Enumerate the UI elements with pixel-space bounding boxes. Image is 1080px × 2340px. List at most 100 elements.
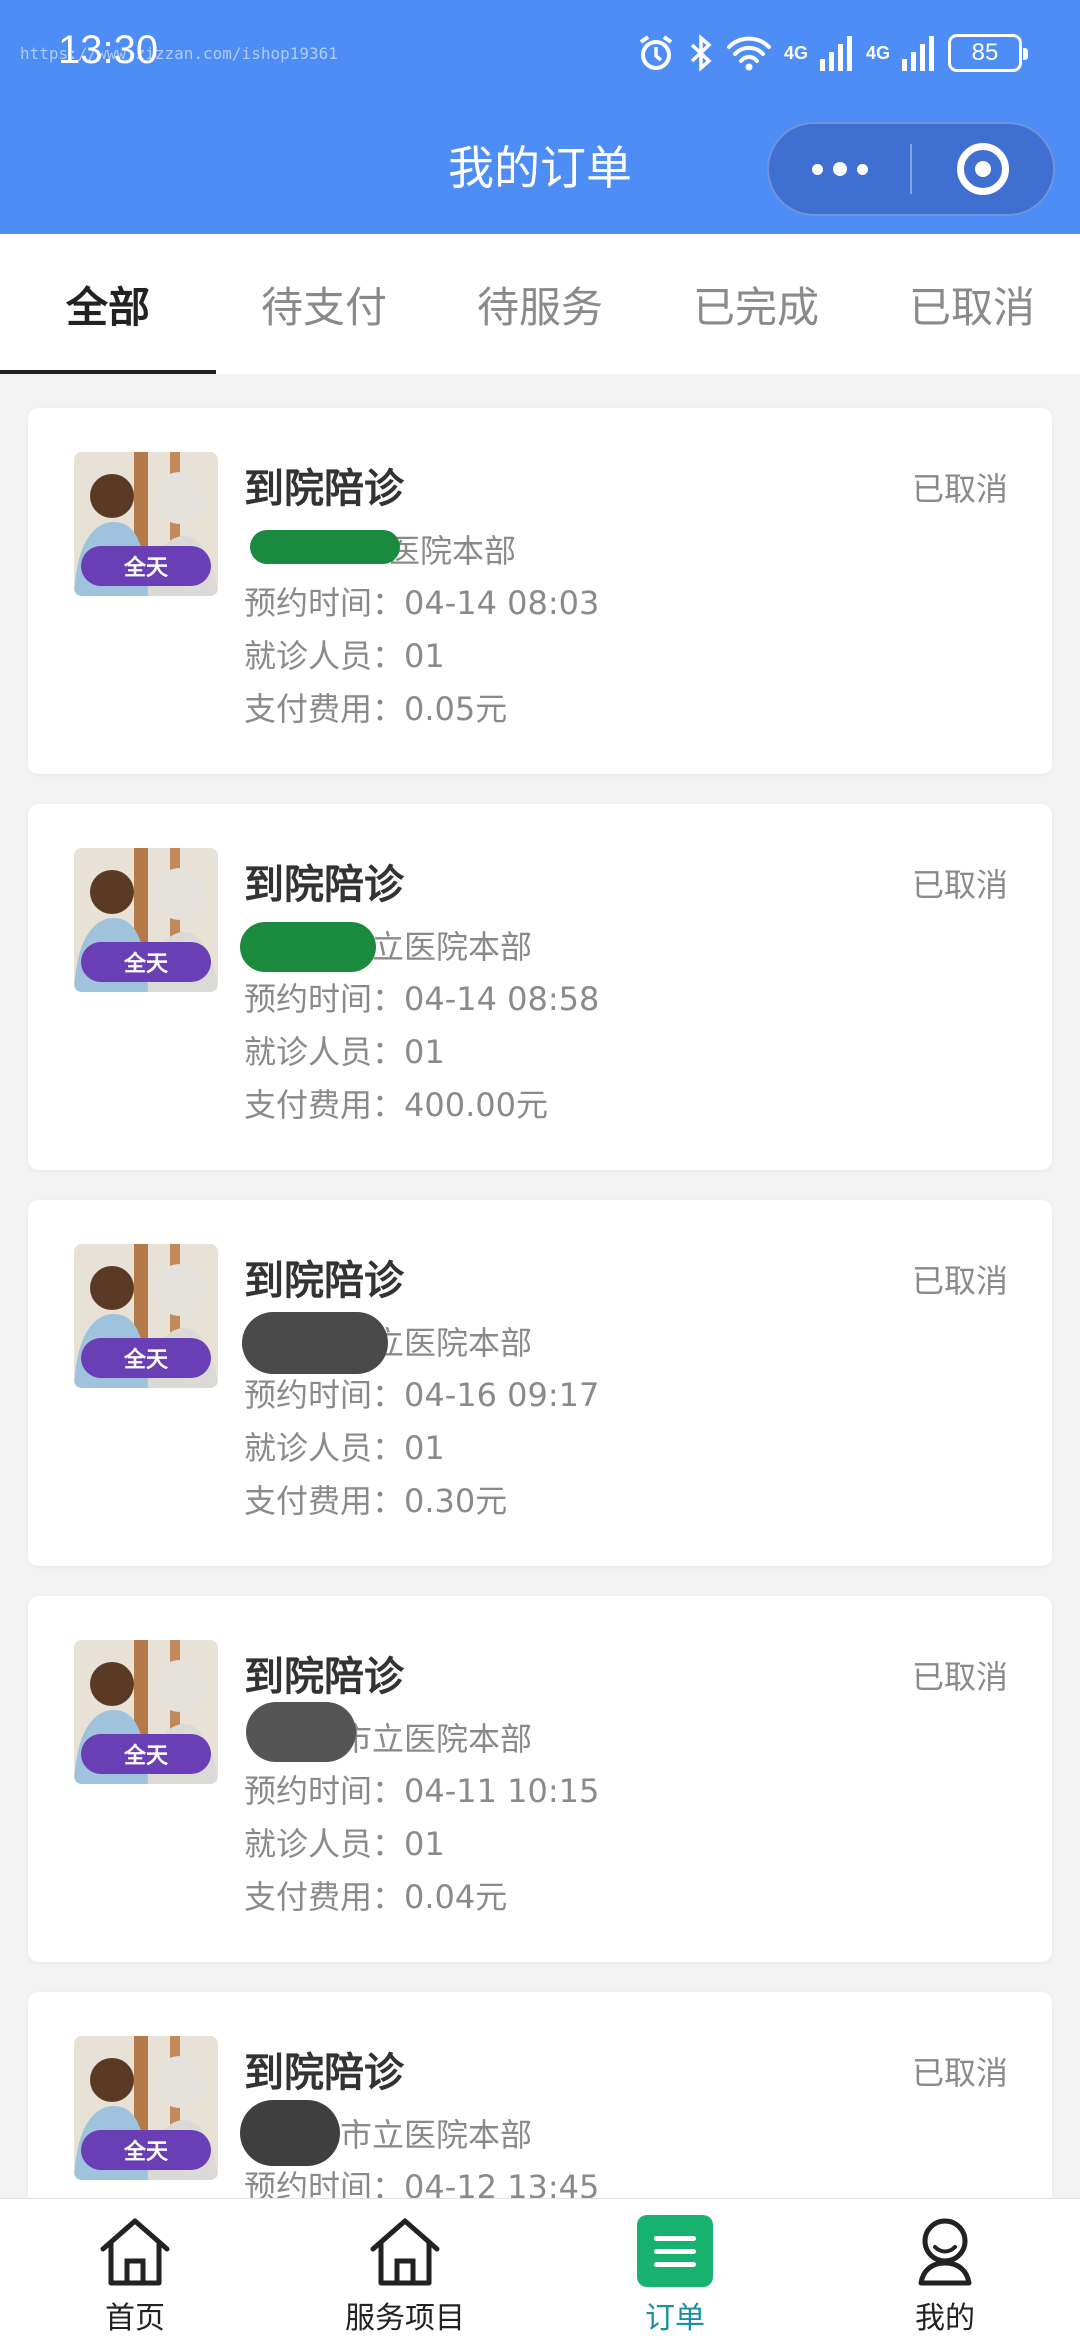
service-title: 到院陪诊 [244,1654,404,1700]
appointment-time: 预约时间：04-12 13:45 [244,2162,599,2198]
appointment-time-value: 04-11 10:15 [404,1772,600,1810]
more-button[interactable] [769,124,910,214]
nav-home-label: 首页 [105,2301,165,2336]
patient-info: 就诊人员：01 [244,1423,445,1469]
order-status: 已取消 [911,1262,1008,1300]
service-title: 到院陪诊 [244,2050,404,2096]
appointment-time-label: 预约时间： [244,584,405,622]
target-icon [956,143,1009,195]
more-dot [832,162,847,176]
appointment-time-label: 预约时间： [244,2168,405,2198]
fee-label: 支付费用： [244,1482,405,1520]
alarm-icon [636,33,676,73]
fee-value: 0.04元 [404,1878,508,1916]
fee-label: 支付费用： [244,1086,405,1124]
patient-info: 就诊人员：01 [244,631,445,677]
service-title: 到院陪诊 [244,1258,404,1304]
user-icon [907,2213,983,2289]
nav-home[interactable]: 首页 [0,2199,270,2340]
redaction-mark [240,922,376,972]
redaction-mark [250,530,400,564]
home-outline-icon [367,2213,443,2289]
order-status: 已取消 [911,866,1008,904]
appointment-time-label: 预约时间： [244,1772,405,1810]
appointment-time: 预约时间：04-14 08:58 [244,974,599,1020]
tab-all[interactable]: 全部 [0,234,216,374]
service-title: 到院陪诊 [244,466,404,512]
more-dot [856,163,868,175]
order-status-tabs: 全部 待支付 待服务 已完成 已取消 [0,234,1080,374]
appointment-time: 预约时间：04-14 08:03 [244,578,599,624]
order-list-line [654,2248,696,2254]
network-type-2: 4G [865,42,890,63]
service-thumbnail: 全天 [74,1640,218,1784]
signal-icon-2 [902,35,936,71]
signal-icon [819,35,854,71]
network-type-1: 4G [783,42,808,63]
order-card[interactable]: 全天 到院陪诊 已取消 市市立医院本部 预约时间：04-11 10:15 就诊人… [28,1596,1052,1962]
appointment-time-value: 04-16 09:17 [404,1376,600,1414]
tab-cancelled[interactable]: 已取消 [864,234,1080,374]
fee-value: 0.30元 [404,1482,508,1520]
hospital-name: 立医院本部 [372,928,533,966]
order-list-icon-box [637,2215,713,2287]
tab-completed[interactable]: 已完成 [648,234,864,374]
nav-mine[interactable]: 我的 [810,2199,1080,2340]
bluetooth-icon [688,33,714,73]
service-thumbnail: 全天 [74,1244,218,1388]
nav-orders-label: 订单 [645,2301,705,2336]
appointment-time-value: 04-14 08:03 [404,584,600,622]
order-card[interactable]: 全天 到院陪诊 已取消 立医院本部 预约时间：04-14 08:58 就诊人员：… [28,804,1052,1170]
order-list: 全天 到院陪诊 已取消 医院本部 预约时间：04-14 08:03 就诊人员：0… [0,374,1080,2198]
service-thumbnail: 全天 [74,848,218,992]
hospital-name: 医院本部 [388,532,517,570]
redaction-mark [240,2100,340,2166]
order-card[interactable]: 全天 到院陪诊 已取消 市立医院本部 预约时间：04-16 09:17 就诊人员… [28,1200,1052,1566]
bottom-tab-bar: 首页 服务项目 订单 我的 [0,2198,1080,2340]
patient-label: 就诊人员： [244,1429,405,1467]
appointment-time-label: 预约时间： [244,1376,405,1414]
service-thumbnail: 全天 [74,2036,218,2180]
tab-pending-service[interactable]: 待服务 [432,234,648,374]
battery-indicator: 85 [948,34,1028,72]
appointment-time-label: 预约时间： [244,980,405,1018]
nav-mine-label: 我的 [915,2301,975,2336]
order-status: 已取消 [911,1658,1008,1696]
payment-fee: 支付费用：0.04元 [244,1872,507,1918]
close-button[interactable] [912,124,1053,214]
wifi-icon [726,33,772,73]
order-list-icon [637,2213,713,2289]
nav-services-label: 服务项目 [345,2301,465,2336]
appointment-time-value: 04-12 13:45 [404,2168,600,2198]
order-status: 已取消 [911,2054,1008,2092]
service-title: 到院陪诊 [244,862,404,908]
tab-pending-payment[interactable]: 待支付 [216,234,432,374]
hospital-name: 市市立医院本部 [308,2116,533,2154]
more-dot [811,163,823,175]
patient-info: 就诊人员：01 [244,1819,445,1865]
redaction-mark [246,1702,356,1762]
nav-services[interactable]: 服务项目 [270,2199,540,2340]
service-badge: 全天 [81,1338,211,1378]
home-icon [97,2213,173,2289]
patient-label: 就诊人员： [244,637,405,675]
fee-value: 400.00元 [404,1086,548,1124]
appointment-time: 预约时间：04-16 09:17 [244,1370,599,1416]
order-status: 已取消 [911,470,1008,508]
order-card[interactable]: 全天 到院陪诊 已取消 市市立医院本部 预约时间：04-12 13:45 [28,1992,1052,2198]
fee-label: 支付费用： [244,1878,405,1916]
appointment-time: 预约时间：04-11 10:15 [244,1766,599,1812]
fee-value: 0.05元 [404,690,508,728]
fee-label: 支付费用： [244,690,405,728]
order-card[interactable]: 全天 到院陪诊 已取消 医院本部 预约时间：04-14 08:03 就诊人员：0… [28,408,1052,774]
payment-fee: 支付费用：400.00元 [244,1080,548,1126]
patient-label: 就诊人员： [244,1033,405,1071]
payment-fee: 支付费用：0.30元 [244,1476,507,1522]
patient-value: 01 [404,1825,445,1863]
status-icons: 4G 4G 85 [636,30,1028,76]
nav-orders[interactable]: 订单 [540,2199,810,2340]
appointment-time-value: 04-14 08:58 [404,980,600,1018]
payment-fee: 支付费用：0.05元 [244,684,507,730]
service-badge: 全天 [81,1734,211,1774]
patient-info: 就诊人员：01 [244,1027,445,1073]
